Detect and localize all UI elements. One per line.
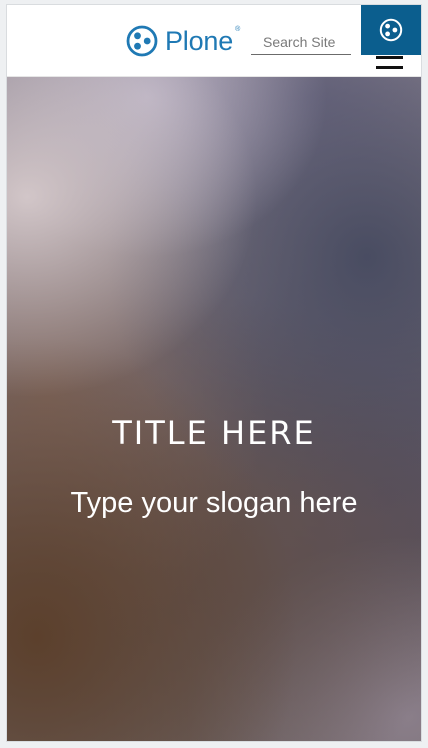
logo-wordmark: Plone ® xyxy=(165,25,240,57)
hero-background-image xyxy=(7,77,421,741)
registered-mark: ® xyxy=(235,26,241,33)
hero-title: TITLE HERE xyxy=(112,414,316,452)
hero-banner: TITLE HERE Type your slogan here xyxy=(7,77,421,741)
plone-logo-icon xyxy=(126,25,158,57)
hero-slogan: Type your slogan here xyxy=(70,487,358,519)
menu-toggle-button[interactable] xyxy=(376,56,403,70)
logo-text: Plone xyxy=(165,26,234,56)
search-input[interactable] xyxy=(251,29,351,55)
browser-viewport: Plone® TITLE HERE Type your slogan here xyxy=(7,5,421,741)
hamburger-icon xyxy=(376,66,403,69)
site-header: Plone ® xyxy=(7,5,421,77)
plone-toolbar-button[interactable] xyxy=(361,5,421,55)
plone-toolbar-icon xyxy=(379,18,403,42)
hamburger-icon xyxy=(376,56,403,59)
site-logo[interactable]: Plone ® xyxy=(126,24,240,58)
